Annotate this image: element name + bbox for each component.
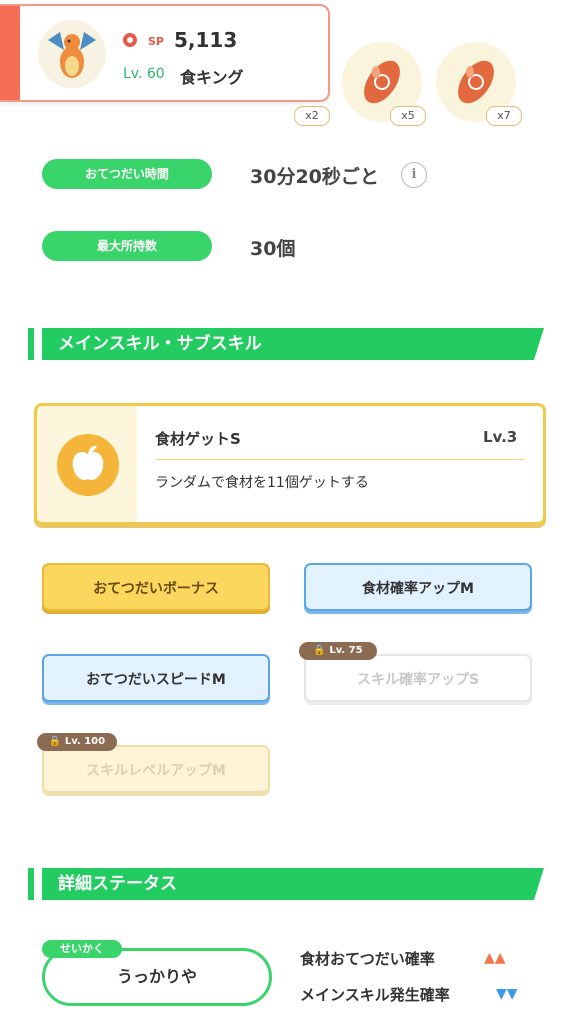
lock-icon: 🔒: [48, 736, 62, 747]
pokeball-sp-icon: [123, 33, 137, 47]
sp-value: 5,113: [174, 28, 238, 52]
apple-icon: [57, 434, 119, 496]
nature-up-effect: 食材おてつだい確率: [300, 950, 435, 968]
info-icon[interactable]: i: [401, 162, 427, 188]
lock-icon: 🔒: [313, 645, 326, 656]
ingredient-count-1: x2: [294, 106, 330, 126]
main-skill-name: 食材ゲットS: [155, 430, 241, 448]
pokemon-name: 食キング: [180, 68, 244, 87]
help-time-label: おてつだい時間: [42, 159, 212, 189]
up-arrows: ▲▲: [484, 950, 506, 966]
lock-tag-lv100: 🔒 Lv. 100: [37, 733, 117, 751]
details-section-header: 詳細ステータス: [28, 868, 544, 900]
pokemon-header-card[interactable]: SP 5,113 Lv. 60 食キング: [0, 4, 330, 102]
main-skill-card[interactable]: 食材ゲットS Lv.3 ランダムで食材を11個ゲットする: [34, 403, 546, 525]
skills-section-header: メインスキル・サブスキル: [28, 328, 544, 360]
sub-skill-skill-level-up-m[interactable]: スキルレベルアップM: [42, 745, 270, 793]
main-skill-icon-panel: [37, 406, 137, 522]
sausage-ingredient-icon: [458, 60, 494, 104]
lock-level-100: Lv. 100: [64, 736, 106, 747]
pokemon-level: Lv. 60: [123, 66, 165, 82]
main-skill-level: Lv.3: [483, 428, 518, 446]
lock-level-75: Lv. 75: [329, 645, 363, 656]
ingredient-count-3: x7: [486, 106, 522, 126]
max-carry-value: 30個: [250, 238, 296, 260]
section-accent: [28, 328, 34, 360]
section-accent: [28, 868, 34, 900]
main-skill-description: ランダムで食材を11個ゲットする: [155, 475, 369, 491]
help-time-value: 30分20秒ごと: [250, 166, 379, 188]
sausage-ingredient-icon: [364, 60, 400, 104]
skills-section-title: メインスキル・サブスキル: [58, 334, 262, 354]
nature-down-effect: メインスキル発生確率: [300, 986, 450, 1004]
details-section-title: 詳細ステータス: [58, 874, 177, 894]
nature-tag: せいかく: [42, 940, 122, 958]
skill-divider: [155, 459, 525, 460]
max-carry-label: 最大所持数: [42, 231, 212, 261]
sub-skill-helping-bonus[interactable]: おてつだいボーナス: [42, 563, 270, 611]
sub-skill-ingredient-finder-m[interactable]: 食材確率アップM: [304, 563, 532, 611]
header-accent-stripe: [0, 6, 20, 100]
lock-tag-lv75: 🔒 Lv. 75: [299, 642, 377, 660]
sp-label: SP: [148, 35, 164, 48]
sub-skill-helping-speed-m[interactable]: おてつだいスピードM: [42, 654, 270, 702]
charizard-avatar: [38, 20, 106, 88]
ingredient-count-2: x5: [390, 106, 426, 126]
sub-skill-skill-trigger-s[interactable]: スキル確率アップS: [304, 654, 532, 702]
down-arrows: ▼▼: [496, 986, 518, 1002]
